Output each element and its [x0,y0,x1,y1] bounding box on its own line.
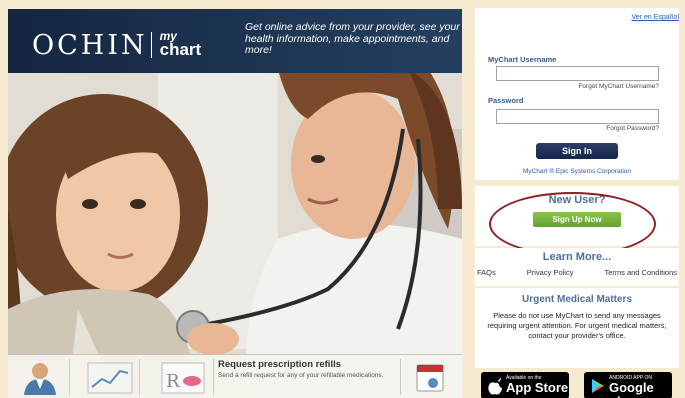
faqs-link[interactable]: FAQs [477,268,496,277]
prescription-icon: R [161,362,205,394]
login-panel: Ver en Español MyChart Username Forgot M… [475,8,679,180]
calendar-icon [416,364,444,392]
logo-divider [150,32,152,58]
urgent-matters-panel: Urgent Medical Matters Please do not use… [475,288,679,368]
urgent-heading: Urgent Medical Matters [521,294,633,305]
brand-name: OCHIN [32,29,148,61]
feature-tile-calendar[interactable] [400,359,458,395]
learn-more-link[interactable]: Learn More... [475,251,679,263]
highlight-circle [489,192,656,256]
logo-chart: chart [159,40,202,59]
app-store-text: App Store [506,380,569,395]
feature-tile-rx[interactable]: R [156,359,214,395]
right-column: Ver en Español MyChart Username Forgot M… [475,8,679,398]
svg-text:R: R [166,371,180,392]
mychart-logo: my chart [156,30,202,60]
doctor-icon [24,363,56,395]
apple-icon [488,378,502,395]
feature-tile-chart[interactable] [82,359,140,395]
feature-strip: R Request prescription refills Send a re… [8,354,462,398]
google-play-text: Google play [609,380,654,398]
password-input[interactable] [496,109,659,124]
forgot-username-link[interactable]: Forgot MyChart Username? [578,83,659,90]
urgent-message: Please do not use MyChart to send any me… [487,311,667,340]
hero-tagline: Get online advice from your provider, se… [245,21,460,56]
username-label: MyChart Username [488,55,557,64]
forgot-password-link[interactable]: Forgot Password? [606,125,659,132]
google-play-icon [592,379,604,393]
terms-link[interactable]: Terms and Conditions [604,268,677,277]
google-play-badge[interactable]: ANDROID APP ON Google play [584,372,672,398]
sign-in-button[interactable]: Sign In [536,143,618,159]
footer-links: FAQs Privacy Policy Terms and Conditions [475,268,679,277]
app-store-badge[interactable]: Available on the App Store [481,372,569,398]
hero-header: OCHIN my chart Get online advice from yo… [8,9,462,73]
password-label: Password [488,96,524,105]
hero-banner: OCHIN my chart Get online advice from yo… [8,9,462,398]
username-input[interactable] [496,66,659,81]
feature-title[interactable]: Request prescription refills [218,359,341,370]
spanish-language-link[interactable]: Ver en Español [632,14,679,21]
learn-more-panel: Learn More... FAQs Privacy Policy Terms … [475,248,679,286]
line-chart-icon [87,362,133,394]
ochin-mychart-logo: OCHIN my chart [32,28,202,62]
feature-description: Send a refill request for any of your re… [218,372,384,379]
privacy-policy-link[interactable]: Privacy Policy [527,268,574,277]
feature-tile-doctor[interactable] [12,359,70,395]
epic-systems-link[interactable]: MyChart ® Epic Systems Corporation [475,168,679,175]
